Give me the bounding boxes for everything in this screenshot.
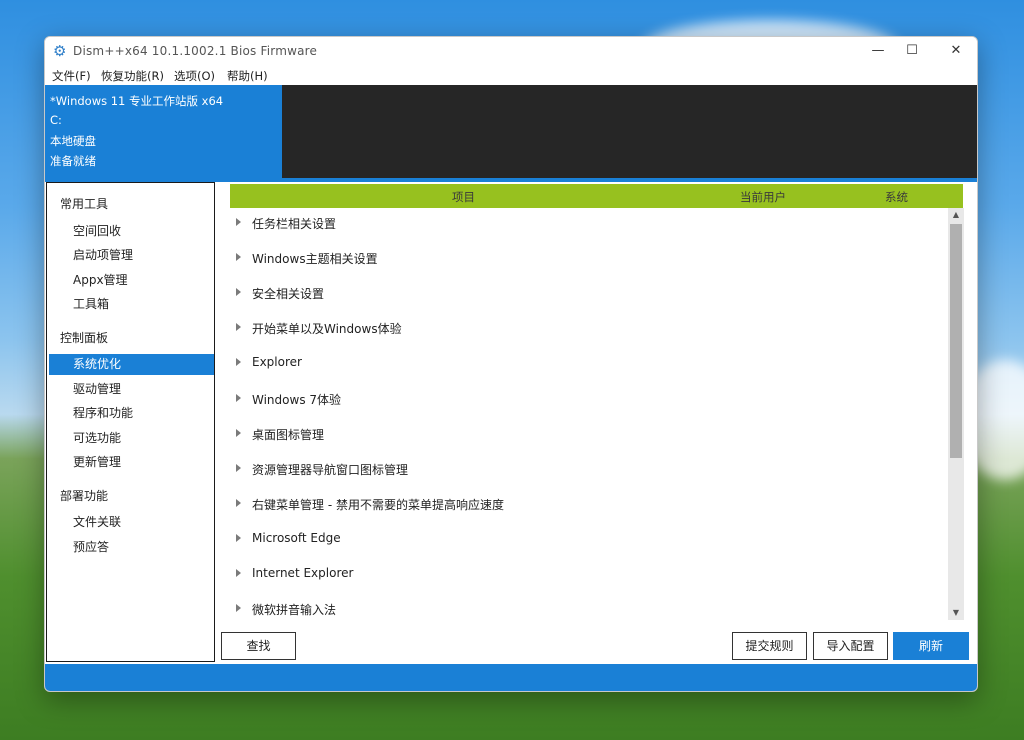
expand-arrow-icon[interactable] — [236, 218, 241, 226]
sidebar-group-deployment: 部署功能 — [60, 489, 109, 503]
column-header-current-user[interactable]: 当前用户 — [740, 189, 786, 205]
sidebar-item-optional-features[interactable]: 可选功能 — [49, 428, 214, 449]
close-button[interactable]: ✕ — [939, 40, 973, 62]
list-item-label: 任务栏相关设置 — [252, 217, 337, 231]
title-bar[interactable]: ⚙ Dism++x64 10.1.1002.1 Bios Firmware — … — [45, 37, 977, 65]
column-header-item[interactable]: 项目 — [452, 189, 475, 205]
sidebar-group-common-tools: 常用工具 — [60, 197, 109, 211]
list-item[interactable]: 微软拼音输入法 — [230, 594, 947, 620]
import-config-button[interactable]: 导入配置 — [813, 632, 888, 660]
expand-arrow-icon[interactable] — [236, 569, 241, 577]
expand-arrow-icon[interactable] — [236, 323, 241, 332]
refresh-button[interactable]: 刷新 — [893, 632, 969, 660]
sidebar-item-drivers[interactable]: 驱动管理 — [49, 379, 214, 400]
scroll-thumb[interactable] — [950, 224, 962, 458]
list-item-label: Windows主题相关设置 — [252, 252, 378, 267]
table-header: 项目 当前用户 系统 — [230, 184, 963, 208]
session-info-panel[interactable]: *Windows 11 专业工作站版 x64 C: 本地硬盘 准备就绪 — [45, 85, 282, 178]
list-item-label: Windows 7体验 — [252, 392, 342, 407]
maximize-button[interactable]: ☐ — [895, 40, 929, 62]
expand-arrow-icon[interactable] — [236, 393, 241, 402]
column-header-system[interactable]: 系统 — [885, 189, 908, 205]
status-bar — [45, 664, 977, 691]
disk-type: 本地硬盘 — [50, 134, 96, 148]
expand-arrow-icon[interactable] — [236, 463, 241, 472]
os-name: *Windows 11 专业工作站版 x64 — [50, 94, 224, 108]
sidebar: 常用工具 空间回收 启动项管理 Appx管理 工具箱 控制面板 系统优化 驱动管… — [46, 182, 215, 662]
list-item-label: 开始菜单以及Windows体验 — [252, 322, 402, 337]
menu-help[interactable]: 帮助(H) — [227, 68, 268, 84]
menu-recovery[interactable]: 恢复功能(R) — [101, 68, 164, 84]
gear-icon: ⚙ — [53, 42, 67, 60]
expand-arrow-icon[interactable] — [236, 498, 241, 507]
list-item-label: 桌面图标管理 — [252, 427, 325, 442]
list-item-label: 资源管理器导航窗口图标管理 — [252, 462, 409, 477]
main-panel: 项目 当前用户 系统 任务栏相关设置 Windows主题相关设置 安全相关设置开始菜… — [216, 182, 977, 662]
vertical-scrollbar[interactable]: ▲ ▼ — [948, 208, 964, 620]
list-item[interactable]: Windows主题相关设置 — [230, 243, 947, 278]
scroll-down-icon[interactable]: ▼ — [948, 606, 964, 620]
list-item[interactable]: 开始菜单以及Windows体验 — [230, 313, 947, 348]
sidebar-item-startup[interactable]: 启动项管理 — [49, 245, 214, 266]
list-item-label: Microsoft Edge — [252, 530, 341, 545]
list-item-label: 安全相关设置 — [252, 287, 325, 302]
expand-arrow-icon[interactable] — [236, 533, 241, 542]
list-item[interactable]: Windows 7体验 — [230, 384, 947, 419]
submit-rules-button[interactable]: 提交规则 — [732, 632, 807, 660]
menu-bar: 文件(F) 恢复功能(R) 选项(O) 帮助(H) — [45, 65, 977, 85]
menu-file[interactable]: 文件(F) — [52, 68, 91, 84]
list-item[interactable]: 任务栏相关设置 — [230, 208, 947, 243]
expand-arrow-icon[interactable] — [236, 428, 241, 437]
list-item[interactable]: 桌面图标管理 — [230, 419, 947, 454]
list-item[interactable]: Explorer — [230, 348, 947, 383]
drive-letter: C: — [50, 113, 62, 127]
list-item[interactable]: Internet Explorer — [230, 559, 947, 594]
list-item[interactable]: Microsoft Edge — [230, 524, 947, 559]
list-item[interactable]: 资源管理器导航窗口图标管理 — [230, 454, 947, 489]
expand-arrow-icon[interactable] — [236, 358, 241, 367]
list-item-label: Explorer — [252, 355, 302, 370]
sidebar-group-control-panel: 控制面板 — [60, 331, 109, 345]
expand-arrow-icon[interactable] — [236, 288, 241, 297]
sidebar-item-answer-file[interactable]: 预应答 — [49, 537, 214, 558]
minimize-button[interactable]: — — [861, 40, 895, 62]
session-list-area — [282, 85, 977, 178]
sidebar-item-updates[interactable]: 更新管理 — [49, 452, 214, 473]
app-window: ⚙ Dism++x64 10.1.1002.1 Bios Firmware — … — [44, 36, 978, 692]
sidebar-item-toolbox[interactable]: 工具箱 — [49, 294, 214, 315]
sidebar-item-appx[interactable]: Appx管理 — [49, 270, 214, 291]
sidebar-item-programs[interactable]: 程序和功能 — [49, 403, 214, 424]
find-button[interactable]: 查找 — [221, 632, 296, 660]
sidebar-item-file-association[interactable]: 文件关联 — [49, 512, 214, 533]
optimization-list: 任务栏相关设置 Windows主题相关设置 安全相关设置开始菜单以及Windows体… — [230, 208, 947, 620]
menu-options[interactable]: 选项(O) — [174, 68, 215, 84]
session-status: 准备就绪 — [50, 154, 96, 168]
list-item-label: 右键菜单管理 - 禁用不需要的菜单提高响应速度 — [252, 497, 504, 512]
expand-arrow-icon[interactable] — [236, 253, 241, 262]
list-item[interactable]: 安全相关设置 — [230, 278, 947, 313]
sidebar-item-space-cleanup[interactable]: 空间回收 — [49, 221, 214, 242]
scroll-up-icon[interactable]: ▲ — [948, 208, 964, 222]
expand-arrow-icon[interactable] — [236, 604, 241, 613]
list-item-label: Internet Explorer — [252, 566, 354, 580]
list-item[interactable]: 右键菜单管理 - 禁用不需要的菜单提高响应速度 — [230, 489, 947, 524]
sidebar-item-system-optimize[interactable]: 系统优化 — [49, 354, 214, 375]
list-item-label: 微软拼音输入法 — [252, 603, 337, 618]
window-title: Dism++x64 10.1.1002.1 Bios Firmware — [73, 44, 318, 58]
